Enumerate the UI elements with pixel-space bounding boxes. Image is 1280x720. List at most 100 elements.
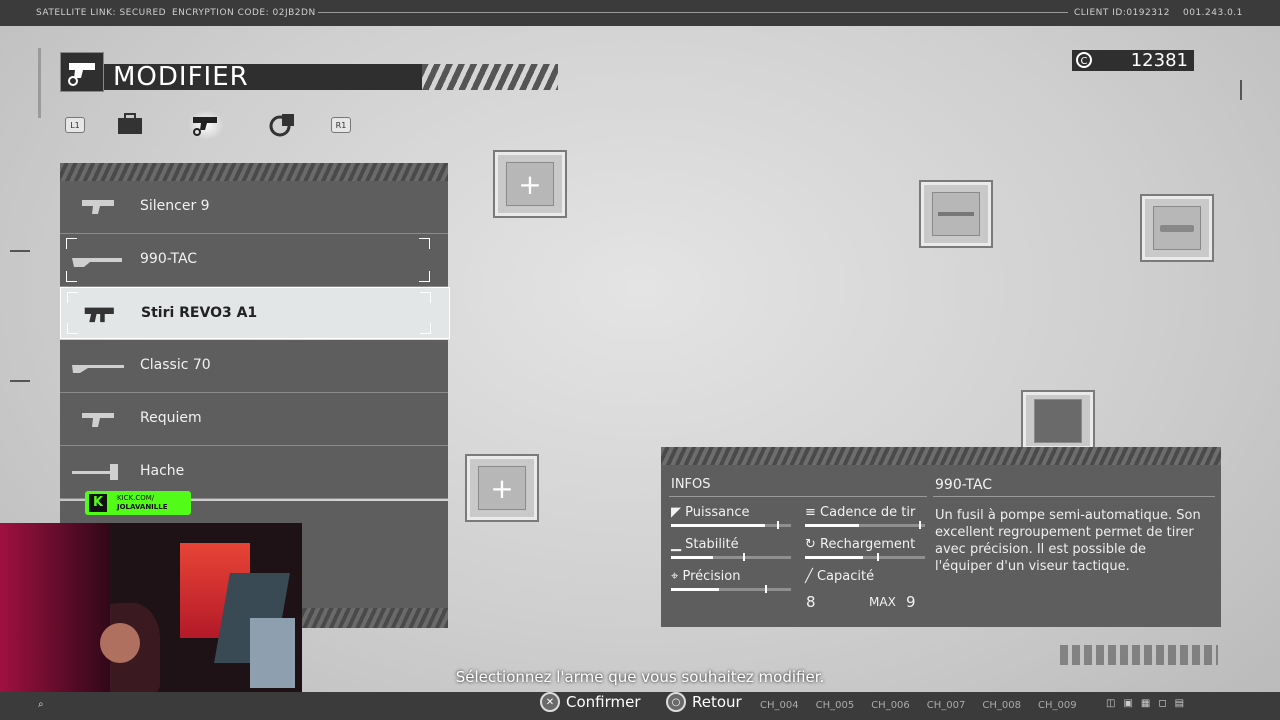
stat-precision: ⌖ Précision: [671, 569, 740, 584]
stat-cadence: ≡ Cadence de tir: [805, 505, 915, 520]
channel-list: CH_004 CH_005 CH_006 CH_007 CH_008 CH_00…: [760, 700, 1077, 711]
top-divider: [318, 12, 1068, 13]
tab-customize[interactable]: [268, 112, 298, 138]
axe-icon: [72, 464, 118, 480]
l1-label: L1: [65, 117, 85, 133]
stat-capacite: ╱ Capacité: [805, 569, 874, 584]
barrel-icon: [938, 212, 974, 216]
side-deco: [38, 48, 41, 118]
kick-logo-icon: K: [89, 494, 107, 512]
credits-icon: C: [1076, 52, 1092, 68]
attachment-slot-magazine[interactable]: [1021, 390, 1095, 451]
rifle-icon: [72, 365, 124, 373]
cross-button-icon: ✕: [540, 692, 560, 712]
deco-barcode: [1060, 645, 1218, 665]
revolver-icon: [82, 413, 114, 427]
channel-label: CH_008: [982, 700, 1021, 711]
reload-icon: ↻: [805, 537, 816, 552]
kick-url: KICK.COM/: [117, 494, 155, 502]
fire-rate-icon: ≡: [805, 505, 816, 520]
confirm-button[interactable]: ✕ Confirmer: [540, 692, 641, 712]
info-header-hatch: [661, 447, 1221, 465]
channel-label: CH_005: [815, 700, 855, 711]
scope-icon: [1160, 224, 1194, 232]
pistol-icon: [60, 52, 104, 92]
weapon-label: Stiri REVO3 A1: [141, 305, 258, 321]
back-button[interactable]: ○ Retour: [666, 692, 742, 712]
satellite-status: SATELLITE LINK: SECURED: [36, 8, 167, 18]
stat-label: Stabilité: [685, 537, 739, 552]
channel-label: CH_004: [760, 700, 799, 711]
stat-bar-stabilite: [671, 553, 791, 561]
weapon-label: Requiem: [140, 410, 202, 426]
confirm-label: Confirmer: [566, 693, 641, 711]
channel-label: CH_009: [1037, 700, 1077, 711]
page-title: MODIFIER: [113, 62, 249, 92]
attachment-slot-add[interactable]: +: [493, 150, 567, 218]
credits-display: C 12381: [1072, 50, 1194, 71]
stat-bar-rechargement: [805, 553, 925, 561]
stat-label: Rechargement: [820, 537, 916, 552]
version-code: 001.243.0.1: [1183, 8, 1243, 18]
bullet-icon: ╱: [805, 569, 813, 584]
kick-badge: K KICK.COM/ JOLAVANILLE: [85, 491, 191, 515]
side-tick: [1240, 80, 1242, 100]
stat-label: Précision: [682, 569, 741, 584]
info-heading: INFOS: [671, 477, 711, 492]
credits-value: 12381: [1130, 50, 1188, 71]
puissance-icon: ◤: [671, 505, 681, 520]
info-divider: [669, 496, 927, 497]
encryption-code: ENCRYPTION CODE: 02JB2DN: [172, 8, 316, 18]
weapon-label: Hache: [140, 463, 185, 479]
attachment-slot-barrel[interactable]: [919, 180, 993, 248]
tab-next-button[interactable]: R1: [331, 117, 351, 133]
shotgun-icon: [72, 258, 122, 267]
channel-label: CH_007: [926, 700, 966, 711]
capacity-max-label: MAX: [869, 595, 896, 609]
attachment-slot-add[interactable]: +: [465, 454, 539, 522]
smg-icon: [84, 307, 114, 323]
instruction-hint: Sélectionnez l'arme que vous souhaitez m…: [455, 668, 825, 686]
circle-button-icon: ○: [666, 692, 686, 712]
side-tick: [10, 250, 30, 252]
info-panel: INFOS 990-TAC ◤ Puissance ≡ Cadence de t…: [661, 447, 1221, 627]
crosshair-icon: ⌖: [671, 569, 679, 584]
stat-label: Capacité: [816, 569, 875, 584]
list-header-hatch: [60, 163, 448, 181]
client-id: CLIENT ID:0192312: [1074, 8, 1170, 18]
weapon-label: 990-TAC: [140, 251, 198, 267]
title-hatch: [422, 64, 558, 90]
stat-puissance: ◤ Puissance: [671, 505, 750, 520]
attachment-slot-scope[interactable]: [1140, 194, 1214, 262]
weapon-row-stiri-revo3-a1[interactable]: Stiri REVO3 A1: [60, 287, 450, 339]
customize-icon: [269, 114, 294, 137]
toolbar-icons: ◫▣▦◻▤: [1106, 698, 1193, 709]
weapon-description: Un fusil à pompe semi-automatique. Son e…: [935, 508, 1201, 574]
stat-label: Cadence de tir: [820, 505, 916, 520]
stat-bar-cadence: [805, 521, 925, 529]
info-divider: [933, 496, 1215, 497]
r1-label: R1: [331, 117, 351, 133]
tab-weapons[interactable]: [188, 110, 224, 140]
weapon-row-990-tac[interactable]: 990-TAC: [60, 234, 448, 287]
plus-icon: +: [490, 471, 514, 505]
weapon-label: Silencer 9: [140, 198, 210, 214]
channel-label: CH_006: [871, 700, 910, 711]
tab-prev-button[interactable]: L1: [65, 117, 85, 133]
stat-bar-precision: [671, 585, 791, 593]
search-icon: ⌕: [38, 699, 44, 710]
pistol-modifier-icon: [193, 117, 217, 136]
weapon-row-classic-70[interactable]: Classic 70: [60, 340, 448, 393]
weapon-row-requiem[interactable]: Requiem: [60, 393, 448, 446]
stat-bar-puissance: [671, 521, 791, 529]
capacity-value: 8: [806, 593, 816, 611]
kick-channel: JOLAVANILLE: [117, 503, 168, 511]
weapon-row-silencer-9[interactable]: Silencer 9: [60, 181, 448, 234]
back-label: Retour: [692, 693, 742, 711]
info-weapon-name: 990-TAC: [935, 477, 993, 493]
tab-briefcase[interactable]: [116, 112, 144, 136]
pistol-silencer-icon: [82, 200, 114, 214]
stat-stabilite: ▁ Stabilité: [671, 537, 739, 552]
capacity-max-value: 9: [906, 593, 916, 611]
stat-label: Puissance: [685, 505, 750, 520]
